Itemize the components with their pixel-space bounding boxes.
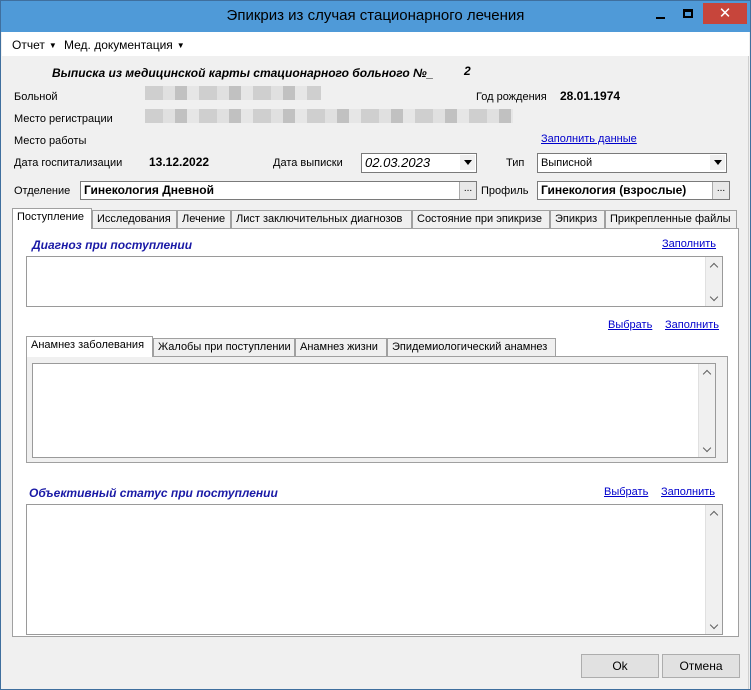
department-browse-button[interactable]: ...: [459, 182, 476, 199]
cancel-button[interactable]: Отмена: [662, 654, 740, 678]
birth-year-label: Год рождения: [476, 91, 547, 103]
chevron-up-icon: [702, 369, 712, 378]
objective-status-text[interactable]: [26, 504, 723, 635]
fill-data-link[interactable]: Заполнить данные: [541, 133, 637, 145]
hospitalization-date-value: 13.12.2022: [149, 155, 210, 169]
discharge-date-dropdown[interactable]: [460, 155, 475, 170]
profile-browse-button[interactable]: ...: [712, 182, 729, 199]
chevron-up-icon: [709, 510, 719, 519]
chevron-up-icon: [709, 262, 719, 271]
tab-attached-files[interactable]: Прикрепленные файлы: [605, 210, 737, 228]
subtab-complaints[interactable]: Жалобы при поступлении: [153, 338, 295, 356]
admission-panel: Диагноз при поступлении Заполнить Выбрат…: [12, 228, 739, 637]
chevron-down-icon: [702, 443, 712, 452]
menu-bar: Отчет ▼ Мед. документация ▼: [2, 32, 749, 56]
tab-final-diagnoses[interactable]: Лист заключительных диагнозов: [231, 210, 412, 228]
diagnosis-scrollbar[interactable]: [705, 257, 722, 306]
discharge-date-picker[interactable]: 02.03.2023: [361, 153, 477, 173]
tab-studies[interactable]: Исследования: [92, 210, 177, 228]
type-select[interactable]: Выписной: [537, 153, 727, 173]
scroll-up-button[interactable]: [706, 505, 722, 521]
scroll-up-button[interactable]: [699, 364, 715, 380]
close-icon: ✕: [718, 5, 732, 22]
type-label: Тип: [506, 157, 525, 169]
minimize-button[interactable]: [647, 3, 674, 24]
chevron-down-icon: [713, 160, 722, 165]
scroll-down-button[interactable]: [706, 290, 722, 306]
department-value: Гинекология Дневной: [84, 183, 214, 197]
minimize-icon: [656, 16, 665, 19]
chevron-down-icon: [709, 292, 719, 301]
tab-admission[interactable]: Поступление: [12, 208, 92, 229]
subtab-life-anamnesis[interactable]: Анамнез жизни: [295, 338, 387, 356]
scroll-up-button[interactable]: [706, 257, 722, 273]
extract-heading: Выписка из медицинской карты стационарно…: [52, 66, 434, 80]
window-title: Эпикриз из случая стационарного лечения: [226, 7, 525, 24]
registration-redacted: [145, 109, 513, 123]
chevron-down-icon: [709, 620, 719, 629]
discharge-date-label: Дата выписки: [273, 157, 343, 169]
work-label: Место работы: [14, 135, 87, 147]
objective-status-title: Объективный статус при поступлении: [29, 486, 278, 500]
type-value: Выписной: [541, 157, 593, 169]
anamnesis-tabstrip: Анамнез заболевания Жалобы при поступлен…: [26, 336, 726, 357]
diagnosis-fill-link[interactable]: Заполнить: [662, 238, 716, 250]
chevron-down-icon: ▼: [176, 41, 185, 50]
profile-label: Профиль: [481, 185, 529, 197]
tab-treatment[interactable]: Лечение: [177, 210, 231, 228]
profile-value: Гинекология (взрослые): [541, 183, 687, 197]
department-field[interactable]: Гинекология Дневной ...: [80, 181, 477, 200]
chevron-down-icon: ▼: [48, 41, 57, 50]
menu-report[interactable]: Отчет ▼: [12, 38, 57, 52]
profile-field[interactable]: Гинекология (взрослые) ...: [537, 181, 730, 200]
tab-epicrisis[interactable]: Эпикриз: [550, 210, 605, 228]
objective-select-link[interactable]: Выбрать: [604, 486, 648, 498]
maximize-button[interactable]: [674, 3, 701, 24]
window-content: Отчет ▼ Мед. документация ▼ Выписка из мед…: [2, 32, 749, 689]
maximize-icon: [682, 9, 693, 18]
title-bar[interactable]: Эпикриз из случая стационарного лечения …: [1, 1, 750, 32]
subtab-disease-anamnesis[interactable]: Анамнез заболевания: [26, 336, 153, 357]
close-button[interactable]: ✕: [703, 3, 747, 24]
main-tabstrip: Поступление Исследования Лечение Лист за…: [12, 208, 739, 229]
epicrisis-window: Эпикриз из случая стационарного лечения …: [0, 0, 751, 690]
scroll-down-button[interactable]: [699, 441, 715, 457]
hospitalization-date-label: Дата госпитализации: [14, 157, 123, 169]
extract-number: 2: [464, 64, 471, 78]
anamnesis-select-link[interactable]: Выбрать: [608, 319, 652, 331]
admission-diagnosis-title: Диагноз при поступлении: [32, 238, 193, 252]
department-label: Отделение: [14, 185, 71, 197]
anamnesis-fill-link[interactable]: Заполнить: [665, 319, 719, 331]
ok-button[interactable]: Ok: [581, 654, 659, 678]
tab-epicrisis-state[interactable]: Состояние при эпикризе: [412, 210, 550, 228]
discharge-date-value: 02.03.2023: [365, 155, 431, 170]
objective-fill-link[interactable]: Заполнить: [661, 486, 715, 498]
subtab-epidemiological[interactable]: Эпидемиологический анамнез: [387, 338, 556, 356]
anamnesis-panel: [26, 356, 728, 463]
scroll-down-button[interactable]: [706, 618, 722, 634]
anamnesis-scrollbar[interactable]: [698, 364, 715, 457]
patient-name-redacted: [145, 86, 321, 100]
anamnesis-text[interactable]: [32, 363, 716, 458]
patient-label: Больной: [14, 91, 58, 103]
type-dropdown[interactable]: [710, 155, 725, 170]
objective-scrollbar[interactable]: [705, 505, 722, 634]
admission-diagnosis-text[interactable]: [26, 256, 723, 307]
registration-label: Место регистрации: [14, 113, 113, 125]
chevron-down-icon: [463, 160, 472, 165]
birth-year-value: 28.01.1974: [560, 89, 621, 103]
menu-med-docs[interactable]: Мед. документация ▼: [64, 38, 185, 52]
